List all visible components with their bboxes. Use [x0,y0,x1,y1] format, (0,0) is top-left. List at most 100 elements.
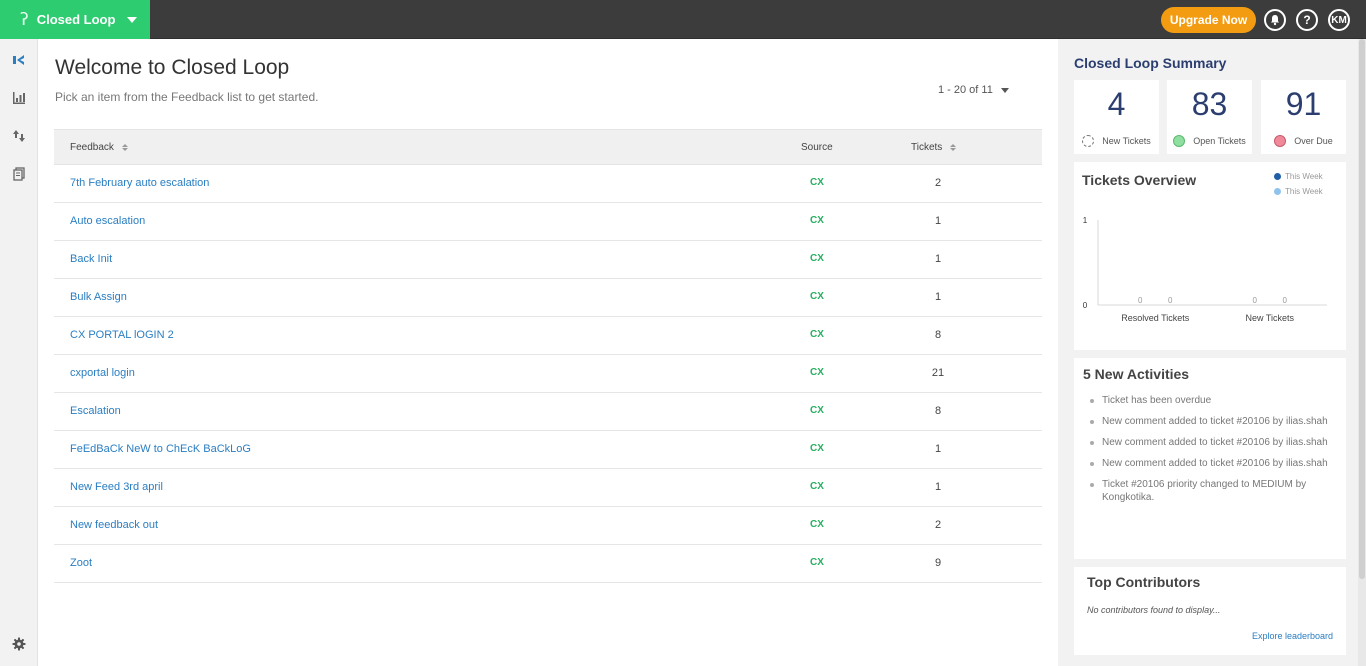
stat-new-tickets[interactable]: 4 New Tickets [1074,80,1159,154]
help-icon: ? [1303,13,1311,27]
tickets-cell: 2 [934,519,942,531]
feedback-table: Feedback Source Tickets 7th February aut… [54,129,1042,583]
activity-item[interactable]: New comment added to ticket #20106 by il… [1088,415,1333,428]
x-tick-label: New Tickets [1245,313,1294,323]
feedback-link[interactable]: Back Init [70,253,112,265]
contributors-card: Top Contributors No contributors found t… [1074,567,1346,655]
source-cell: CX [810,329,824,340]
tickets-overview-chart: 0 1 0 0 Resolved Tickets 0 0 New Tickets [1083,216,1327,323]
app-title: Closed Loop [36,12,116,27]
table-row[interactable]: Auto escalation CX 1 [54,203,1042,241]
source-cell: CX [810,481,824,492]
app-switcher[interactable]: ʔ Closed Loop [0,0,150,39]
tickets-cell: 1 [934,215,942,227]
stat-label-row: Over Due [1261,135,1346,147]
bar-value-label: 0 [1168,296,1173,305]
legend-label: This Week [1285,172,1323,181]
avatar[interactable]: KM [1328,9,1350,31]
feedback-link[interactable]: Auto escalation [70,215,145,227]
tickets-header-label: Tickets [911,142,943,153]
tickets-cell: 21 [931,367,945,379]
legend-label: This Week [1285,187,1323,196]
bar-chart-icon[interactable] [11,90,27,106]
feedback-header-label: Feedback [70,142,114,153]
page-subtitle: Pick an item from the Feedback list to g… [55,90,319,104]
explore-leaderboard-link[interactable]: Explore leaderboard [1252,631,1333,641]
bar-value-label: 0 [1253,296,1258,305]
source-cell: CX [810,519,824,530]
table-row[interactable]: New Feed 3rd april CX 1 [54,469,1042,507]
activity-item[interactable]: New comment added to ticket #20106 by il… [1088,436,1333,449]
bell-icon [1271,15,1279,26]
source-cell: CX [810,215,824,226]
stat-value: 83 [1191,86,1228,122]
tickets-cell: 1 [934,443,942,455]
table-row[interactable]: CX PORTAL lOGIN 2 CX 8 [54,317,1042,355]
feedback-link[interactable]: 7th February auto escalation [70,177,209,189]
tickets-column-header[interactable]: Tickets [911,142,957,153]
scrollbar[interactable] [1358,39,1366,666]
feedback-link[interactable]: Escalation [70,405,121,417]
legend-item: This Week [1274,187,1323,196]
source-cell: CX [810,367,824,378]
tickets-overview-card: Tickets Overview This Week This Week 010… [1074,162,1346,350]
stat-label: New Tickets [1102,136,1151,146]
scrollbar-thumb[interactable] [1359,39,1365,579]
open-tickets-dot-icon [1173,135,1186,147]
gear-icon[interactable] [11,636,27,652]
stat-over-due[interactable]: 91 Over Due [1261,80,1346,154]
source-cell: CX [810,177,824,188]
table-row[interactable]: Back Init CX 1 [54,241,1042,279]
upgrade-now-button[interactable]: Upgrade Now [1161,7,1256,33]
contributors-empty-text: No contributors found to display... [1087,605,1221,615]
chevron-down-icon [127,16,138,23]
activity-item[interactable]: Ticket #20106 priority changed to MEDIUM… [1088,478,1333,504]
activities-list: Ticket has been overdue New comment adde… [1088,394,1333,512]
transfer-arrows-icon[interactable] [11,128,27,144]
notifications-button[interactable] [1264,9,1286,31]
stat-label: Over Due [1294,136,1333,146]
tickets-cell: 8 [934,405,942,417]
top-bar: ʔ Closed Loop Upgrade Now ? KM [0,0,1366,39]
sort-icon [950,144,957,151]
table-row[interactable]: FeEdBaCk NeW to ChEcK BaCkLoG CX 1 [54,431,1042,469]
table-row[interactable]: Zoot CX 9 [54,545,1042,583]
pagination-dropdown[interactable]: 1 - 20 of 11 [938,84,1009,96]
stat-label: Open Tickets [1193,136,1246,146]
documents-icon[interactable] [11,166,27,182]
feedback-link[interactable]: Bulk Assign [70,291,127,303]
help-button[interactable]: ? [1296,9,1318,31]
table-row[interactable]: cxportal login CX 21 [54,355,1042,393]
feedback-link[interactable]: CX PORTAL lOGIN 2 [70,329,174,341]
closed-loop-logo-icon: ʔ [20,9,29,30]
source-cell: CX [810,291,824,302]
page-title: Welcome to Closed Loop [55,56,290,79]
table-row[interactable]: 7th February auto escalation CX 2 [54,165,1042,203]
table-row[interactable]: Escalation CX 8 [54,393,1042,431]
activities-title: 5 New Activities [1083,366,1190,382]
source-cell: CX [810,443,824,454]
closed-loop-icon[interactable] [11,52,27,68]
chart-legend: This Week This Week [1274,172,1323,202]
table-row[interactable]: Bulk Assign CX 1 [54,279,1042,317]
feedback-column-header[interactable]: Feedback [70,142,128,153]
legend-item: This Week [1274,172,1323,181]
table-header: Feedback Source Tickets [54,129,1042,165]
feedback-link[interactable]: Zoot [70,557,92,569]
x-tick-label: Resolved Tickets [1121,313,1190,323]
over-due-dot-icon [1274,135,1287,147]
source-cell: CX [810,253,824,264]
caret-down-icon [1000,87,1009,93]
feedback-link[interactable]: cxportal login [70,367,135,379]
stat-value: 91 [1285,86,1322,122]
tickets-cell: 8 [934,329,942,341]
activity-item[interactable]: Ticket has been overdue [1088,394,1333,407]
feedback-link[interactable]: FeEdBaCk NeW to ChEcK BaCkLoG [70,443,251,455]
stat-open-tickets[interactable]: 83 Open Tickets [1167,80,1252,154]
user-initials: KM [1331,14,1347,26]
feedback-link[interactable]: New feedback out [70,519,158,531]
activity-item[interactable]: New comment added to ticket #20106 by il… [1088,457,1333,470]
feedback-link[interactable]: New Feed 3rd april [70,481,163,493]
tickets-cell: 1 [934,481,942,493]
table-row[interactable]: New feedback out CX 2 [54,507,1042,545]
